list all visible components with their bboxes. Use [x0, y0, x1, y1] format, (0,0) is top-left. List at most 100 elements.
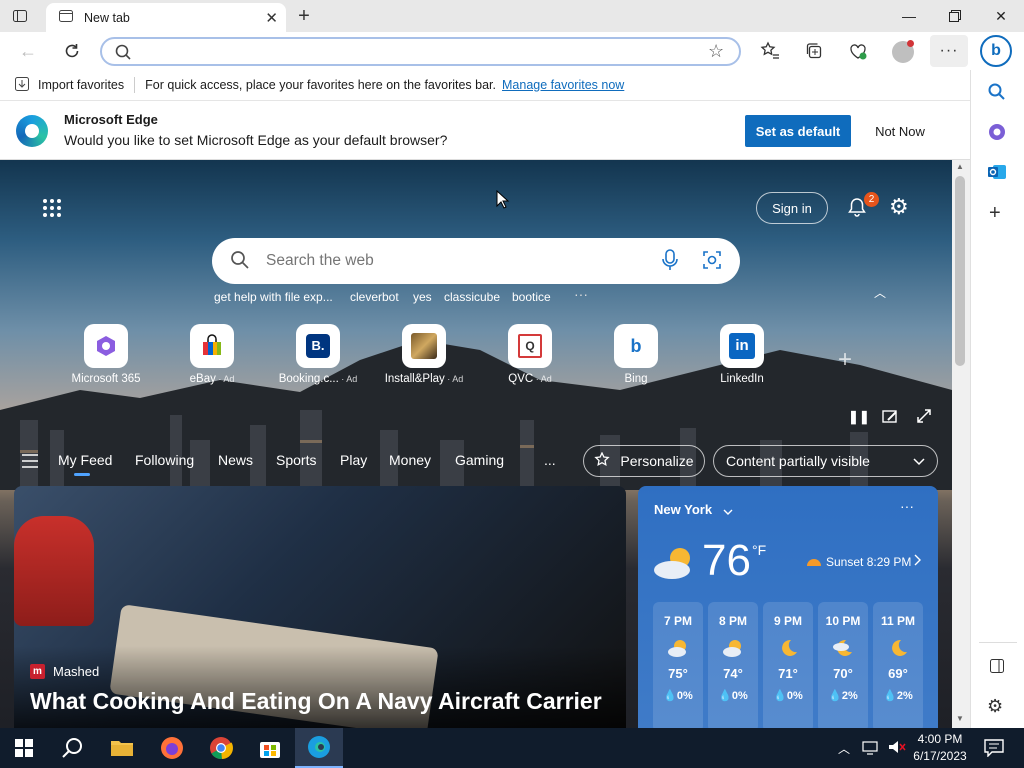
not-now-button[interactable]: Not Now [860, 115, 940, 147]
search-suggestion[interactable]: bootice [512, 290, 551, 304]
chrome-icon[interactable] [197, 728, 245, 768]
hourly-forecast-8pm[interactable]: 8 PM 74° 💧0% [708, 602, 758, 728]
fullscreen-background-icon[interactable] [916, 408, 932, 427]
quick-link-label: Microsoft 365 [71, 373, 141, 385]
sunset-icon [806, 556, 822, 571]
refresh-button[interactable] [56, 35, 88, 67]
more-suggestions-icon[interactable]: ··· [574, 286, 588, 302]
file-explorer-icon[interactable] [98, 728, 146, 768]
article-headline[interactable]: What Cooking And Eating On A Navy Aircra… [30, 688, 602, 715]
minimize-button[interactable]: — [886, 0, 932, 32]
sign-in-button[interactable]: Sign in [756, 192, 828, 224]
sidebar-search-icon[interactable] [987, 82, 1007, 105]
hourly-forecast-7pm[interactable]: 7 PM 75° 💧0% [653, 602, 703, 728]
scroll-down-arrow-icon[interactable]: ▼ [956, 714, 964, 723]
feed-tab-news[interactable]: News [218, 452, 253, 468]
web-search-box[interactable] [212, 238, 740, 284]
import-favorites-link[interactable]: Import favorites [38, 78, 124, 92]
microsoft-store-icon[interactable] [246, 728, 294, 768]
feed-tab-money[interactable]: Money [389, 452, 431, 468]
feed-tab-play[interactable]: Play [340, 452, 367, 468]
tab-title: New tab [84, 10, 130, 25]
apps-grid-icon[interactable] [42, 198, 62, 221]
windows-start-icon[interactable] [0, 728, 48, 768]
address-input[interactable] [142, 42, 682, 62]
edit-background-icon[interactable] [882, 408, 898, 427]
location-chevron-icon[interactable] [723, 504, 733, 519]
chevron-right-icon[interactable] [914, 554, 921, 569]
feed-tab-sports[interactable]: Sports [276, 452, 316, 468]
add-shortcut-icon[interactable]: + [838, 346, 852, 374]
page-scrollbar[interactable]: ▲ ▼ [952, 160, 970, 728]
content-visibility-dropdown[interactable]: Content partially visible [713, 445, 938, 477]
edge-taskbar-icon[interactable] [295, 728, 343, 768]
taskbar-date[interactable]: 6/17/2023 [910, 749, 970, 763]
sidebar-settings-icon[interactable]: ⚙ [987, 696, 1003, 717]
close-tab-icon[interactable]: ✕ [265, 9, 278, 27]
sidebar-add-icon[interactable]: + [989, 202, 1001, 225]
quick-link-bing[interactable]: b Bing [588, 324, 684, 385]
tab-actions-icon[interactable] [12, 8, 28, 24]
feed-tab-following[interactable]: Following [135, 452, 194, 468]
show-hidden-icons-chevron[interactable]: ︿ [838, 740, 850, 757]
bing-chat-button[interactable]: b [980, 35, 1012, 67]
search-suggestion[interactable]: yes [413, 290, 432, 304]
collections-icon[interactable] [798, 35, 830, 67]
weather-more-icon[interactable]: ··· [900, 498, 914, 514]
page-settings-gear-icon[interactable]: ⚙ [889, 194, 909, 220]
hourly-forecast-11pm[interactable]: 11 PM 69° 💧2% [873, 602, 923, 728]
firefox-icon[interactable] [148, 728, 196, 768]
favorite-star-icon[interactable]: ☆ [708, 41, 724, 62]
web-search-input[interactable] [266, 252, 662, 270]
feed-more-button[interactable]: ... [544, 452, 556, 468]
sunset-time[interactable]: Sunset 8:29 PM [826, 555, 911, 569]
favorites-icon[interactable] [754, 35, 786, 67]
booking-icon: B. [296, 324, 340, 368]
taskbar-time[interactable]: 4:00 PM [912, 732, 968, 746]
manage-favorites-link[interactable]: Manage favorites now [502, 78, 624, 92]
network-icon[interactable] [862, 740, 880, 759]
search-suggestion[interactable]: get help with file exp... [214, 290, 333, 304]
settings-and-more-button[interactable]: ··· [930, 35, 968, 67]
sidebar-outlook-icon[interactable] [987, 162, 1007, 185]
feed-menu-icon[interactable] [22, 454, 38, 471]
back-button[interactable]: ← [12, 35, 44, 67]
scrollbar-thumb[interactable] [955, 176, 965, 366]
taskbar-search-icon[interactable] [48, 728, 96, 768]
address-bar[interactable]: ☆ [100, 37, 741, 66]
browser-essentials-icon[interactable] [842, 35, 874, 67]
temperature-unit[interactable]: °F [752, 542, 766, 558]
voice-search-icon[interactable] [662, 248, 678, 274]
sidebar-hide-icon[interactable] [989, 658, 1005, 677]
hourly-forecast-9pm[interactable]: 9 PM 71° 💧0% [763, 602, 813, 728]
quick-link-booking[interactable]: B. Booking.c... · Ad [270, 324, 366, 385]
quick-link-qvc[interactable]: Q QVC · Ad [482, 324, 578, 385]
close-window-button[interactable]: ✕ [978, 0, 1024, 32]
visual-search-icon[interactable] [702, 250, 722, 273]
set-as-default-button[interactable]: Set as default [745, 115, 851, 147]
weather-card[interactable]: New York ··· 76 °F Sunset 8:29 PM 7 PM 7… [638, 486, 938, 728]
quick-link-ebay[interactable]: eBay · Ad [164, 324, 260, 385]
volume-muted-icon[interactable] [888, 739, 906, 758]
article-card[interactable]: m Mashed What Cooking And Eating On A Na… [14, 486, 626, 728]
restore-button[interactable] [932, 0, 978, 32]
quick-link-linkedin[interactable]: in LinkedIn [694, 324, 790, 385]
pause-background-icon[interactable]: ❚❚ [848, 409, 870, 425]
personalize-button[interactable]: Personalize [583, 445, 705, 477]
weather-location[interactable]: New York [654, 502, 712, 517]
collapse-chevron-icon[interactable]: ︿ [874, 284, 886, 301]
feed-tab-gaming[interactable]: Gaming [455, 452, 504, 468]
notification-center-icon[interactable] [984, 739, 1004, 760]
profile-avatar[interactable] [892, 40, 914, 63]
hourly-forecast-10pm[interactable]: 10 PM 70° 💧2% [818, 602, 868, 728]
sidebar-office-icon[interactable] [987, 122, 1007, 145]
new-tab-button[interactable]: + [292, 5, 316, 27]
quick-link-installplay[interactable]: Install&Play · Ad [376, 324, 472, 385]
scroll-up-arrow-icon[interactable]: ▲ [956, 162, 964, 171]
feed-tab-my-feed[interactable]: My Feed [58, 452, 112, 468]
quick-link-microsoft-365[interactable]: Microsoft 365 [58, 324, 154, 385]
search-suggestion[interactable]: cleverbot [350, 290, 399, 304]
tab-new-tab[interactable]: New tab ✕ [46, 3, 286, 32]
chevron-down-icon [913, 453, 925, 469]
search-suggestion[interactable]: classicube [444, 290, 500, 304]
